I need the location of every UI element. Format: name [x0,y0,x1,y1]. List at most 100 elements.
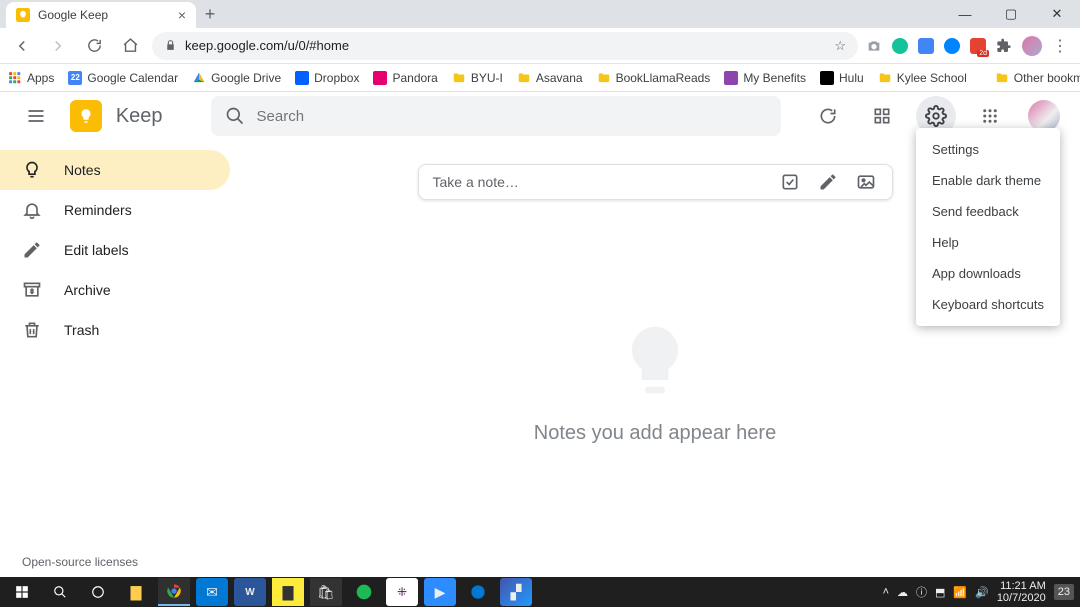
bookmarks-bar: Apps 22Google Calendar Google Drive Dropbox… [0,64,1080,92]
mail-taskbar-icon[interactable]: ✉ [196,578,228,606]
view-grid-button[interactable] [862,96,902,136]
bookmark-icon [192,71,206,85]
system-tray[interactable]: ˄ ☁ ⓘ ⬒ 📶 🔊 11:21 AM 10/7/2020 23 [883,580,1074,604]
bell-icon [22,200,42,220]
search-input[interactable] [257,108,767,125]
search-icon [225,106,245,126]
extension-icons: 2d ⋮ [866,36,1072,56]
sidebar-item-label: Trash [64,322,99,338]
settings-menu-send-feedback[interactable]: Send feedback [916,196,1060,227]
sidebar-item-label: Notes [64,162,101,178]
bookmark-label: Apps [27,71,54,85]
bookmark-byu-i[interactable]: BYU-I [452,71,503,85]
keep-favicon-icon [16,8,30,22]
spotify-taskbar-icon[interactable] [348,578,380,606]
bookmark-kylee-school[interactable]: Kylee School [878,71,967,85]
bookmark-label: Kylee School [897,71,967,85]
zoom-taskbar-icon[interactable]: ▶ [424,578,456,606]
browser-tab[interactable]: Google Keep × [6,2,196,28]
dropbox-tray-icon[interactable]: ⬒ [935,586,945,599]
empty-message: Notes you add appear here [534,422,776,445]
bookmark-label: Google Calendar [87,71,178,85]
bookmark-google-calendar[interactable]: 22Google Calendar [68,71,178,85]
address-bar[interactable]: keep.google.com/u/0/#home ☆ [152,32,858,60]
tab-close-icon[interactable]: × [178,7,186,23]
settings-menu-enable-dark-theme[interactable]: Enable dark theme [916,165,1060,196]
ext-blue-icon[interactable] [918,38,934,54]
sidebar-item-reminders[interactable]: Reminders [0,190,230,230]
sidebar-item-archive[interactable]: Archive [0,270,230,310]
bookmark-icon [295,71,309,85]
sidebar: Notes Reminders Edit labelsArchive Trash [0,140,230,577]
new-drawing-icon[interactable] [816,170,840,194]
forward-button[interactable] [44,32,72,60]
footer-licenses-link[interactable]: Open-source licenses [22,555,138,569]
new-tab-button[interactable]: + [196,0,224,28]
settings-menu-keyboard-shortcuts[interactable]: Keyboard shortcuts [916,289,1060,320]
bookmark-bookllamareads[interactable]: BookLlamaReads [597,71,711,85]
browser-tabstrip: Google Keep × + [0,0,1080,28]
bookmark-dropbox[interactable]: Dropbox [295,71,359,85]
bookmark-icon [373,71,387,85]
window-maximize-button[interactable]: ▢ [988,0,1034,28]
taskbar-clock[interactable]: 11:21 AM 10/7/2020 [997,580,1046,604]
windows-taskbar: ▇ ✉ W ▇ 🛍 ⁜ ▶ ▞ ˄ ☁ ⓘ ⬒ 📶 🔊 11:21 AM 10/… [0,577,1080,607]
slack-taskbar-icon[interactable]: ⁜ [386,578,418,606]
onedrive-tray-icon[interactable]: ☁ [897,586,908,599]
chrome-taskbar-icon[interactable] [158,578,190,606]
sidebar-item-editlabels[interactable]: Edit labels [0,230,230,270]
store-taskbar-icon[interactable]: 🛍 [310,578,342,606]
bookmark-label: BookLlamaReads [616,71,711,85]
search-box[interactable] [211,96,781,136]
volume-tray-icon[interactable]: 🔊 [975,586,989,599]
bookmark-google-drive[interactable]: Google Drive [192,71,281,85]
settings-menu-app-downloads[interactable]: App downloads [916,258,1060,289]
start-button[interactable] [6,578,38,606]
file-explorer-icon[interactable]: ▇ [120,578,152,606]
new-checklist-icon[interactable] [778,170,802,194]
back-button[interactable] [8,32,36,60]
bookmark-hulu[interactable]: Hulu [820,71,864,85]
bulb-icon [615,320,695,400]
chrome-menu-icon[interactable]: ⋮ [1052,36,1068,56]
other-bookmarks[interactable]: Other bookmarks [995,71,1080,85]
sidebar-item-notes[interactable]: Notes [0,150,230,190]
settings-menu-popup: SettingsEnable dark themeSend feedbackHe… [916,128,1060,326]
reload-button[interactable] [80,32,108,60]
edge-taskbar-icon[interactable] [462,578,494,606]
profile-chip[interactable] [1022,36,1042,56]
refresh-button[interactable] [809,96,849,136]
sidebar-item-trash[interactable]: Trash [0,310,230,350]
search-task-icon[interactable] [44,578,76,606]
bookmark-my-benefits[interactable]: My Benefits [724,71,806,85]
settings-menu-settings[interactable]: Settings [916,134,1060,165]
sticky-notes-icon[interactable]: ▇ [272,578,304,606]
take-note-input[interactable]: Take a note… [418,164,893,200]
messenger-ext-icon[interactable] [944,38,960,54]
notification-center-button[interactable]: 23 [1054,584,1074,600]
main-menu-button[interactable] [16,96,56,136]
camera-icon[interactable] [866,38,882,54]
grammarly-ext-icon[interactable] [892,38,908,54]
sidebar-item-label: Reminders [64,202,132,218]
tray-chevron-icon[interactable]: ˄ [883,586,889,598]
cortana-icon[interactable] [82,578,114,606]
bookmark-apps[interactable]: Apps [8,71,54,85]
window-minimize-button[interactable]: — [942,0,988,28]
photos-taskbar-icon[interactable]: ▞ [500,578,532,606]
bookmark-label: Dropbox [314,71,359,85]
bookmark-icon [724,71,738,85]
star-icon[interactable]: ☆ [834,38,846,54]
wifi-tray-icon[interactable]: 📶 [953,586,967,599]
home-button[interactable] [116,32,144,60]
settings-menu-help[interactable]: Help [916,227,1060,258]
todoist-ext-icon[interactable]: 2d [970,38,986,54]
bookmark-asavana[interactable]: Asavana [517,71,583,85]
word-taskbar-icon[interactable]: W [234,578,266,606]
bookmark-icon [597,71,611,85]
bookmark-pandora[interactable]: Pandora [373,71,437,85]
window-close-button[interactable]: ✕ [1034,0,1080,28]
new-image-icon[interactable] [854,170,878,194]
extensions-puzzle-icon[interactable] [996,38,1012,54]
info-tray-icon[interactable]: ⓘ [916,584,927,600]
